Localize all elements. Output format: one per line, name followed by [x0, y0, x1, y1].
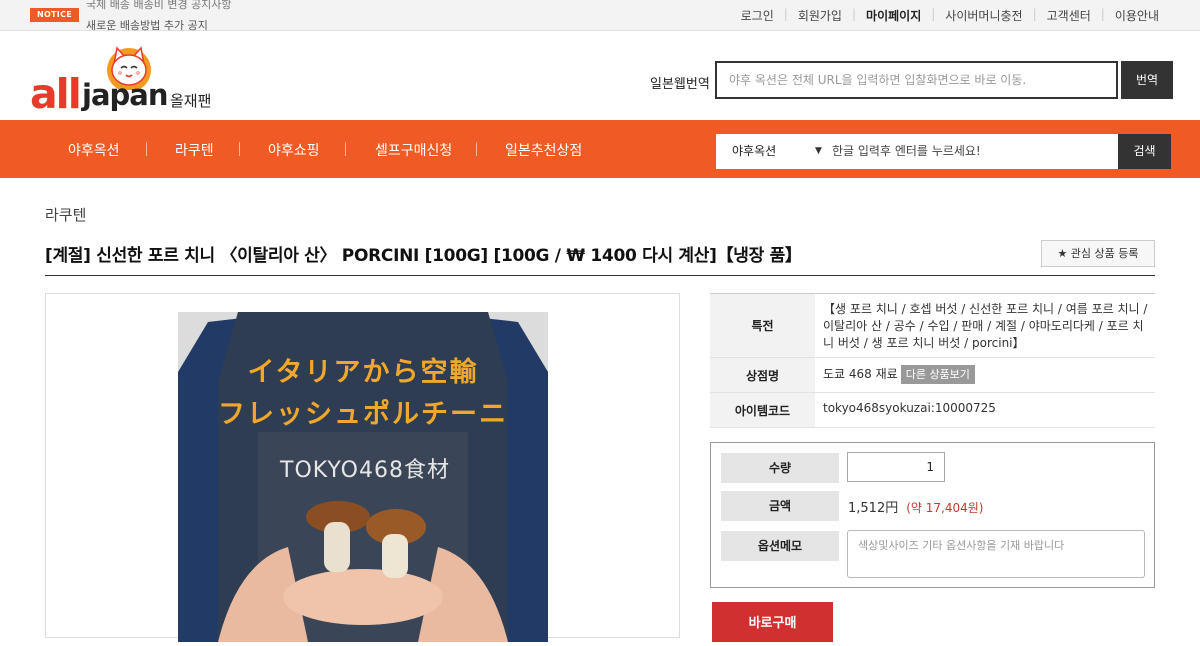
- price-label: 금액: [721, 491, 839, 521]
- chevron-down-icon[interactable]: ▼: [815, 146, 822, 156]
- search-button[interactable]: 검색: [1118, 134, 1171, 169]
- shop-value-cell: 도쿄 468 재료 다른 상품보기: [815, 358, 1155, 392]
- add-wishlist-button[interactable]: ★ 관심 상품 등록: [1041, 240, 1155, 267]
- mypage-link[interactable]: 마이페이지: [866, 7, 921, 24]
- search-category-select[interactable]: 야후옥션: [716, 134, 822, 169]
- product-title: [계절] 신선한 포르 치니 〈이탈리아 산〉 PORCINI [100G] […: [45, 246, 802, 266]
- order-form: 수량 1 금액 1,512円 (약 17,404원) 옵션메모 색상및사이즈 기타…: [710, 442, 1155, 588]
- shop-label: 상점명: [710, 358, 815, 392]
- image-caption-line-2: フレッシュポルチーニ: [218, 399, 508, 430]
- login-link[interactable]: 로그인: [741, 7, 774, 24]
- divider: |: [1100, 7, 1105, 21]
- divider: |: [1032, 7, 1037, 21]
- quantity-label: 수량: [721, 453, 839, 483]
- option-memo-textarea[interactable]: 색상및사이즈 기타 옵션사항을 기재 바랍니다: [847, 530, 1145, 578]
- title-divider: [45, 275, 1155, 276]
- cyber-money-link[interactable]: 사이버머니충전: [945, 7, 1022, 24]
- feature-label: 특전: [710, 294, 815, 357]
- shop-name: 도쿄 468 재료: [823, 367, 898, 381]
- product-search: 야후옥션 ▼ 한글 입력후 엔터를 누르세요!: [716, 134, 1170, 169]
- logo-all-text: all: [30, 70, 82, 118]
- buy-now-button[interactable]: 바로구매: [712, 602, 833, 642]
- search-input[interactable]: 한글 입력후 엔터를 누르세요!: [832, 134, 1117, 169]
- nav-yahoo-auction[interactable]: 야후옥션: [68, 140, 120, 160]
- breadcrumb[interactable]: 라쿠텐: [45, 204, 86, 225]
- signup-link[interactable]: 회원가입: [798, 7, 842, 24]
- site-logo[interactable]: all japan 올재팬: [30, 42, 220, 118]
- logo-japan-text: japan: [82, 78, 168, 112]
- price-display: 1,512円 (약 17,404원): [848, 497, 983, 516]
- nav-self-purchase[interactable]: 셀프구매신청: [375, 140, 452, 160]
- translate-button[interactable]: 번역: [1121, 61, 1173, 99]
- nav-divider: [476, 142, 477, 156]
- quantity-input[interactable]: 1: [847, 452, 945, 482]
- customer-center-link[interactable]: 고객센터: [1047, 7, 1091, 24]
- product-info-table: 특전 【생 포르 치니 / 호셉 버섯 / 신선한 포르 치니 / 여름 포르 …: [710, 293, 1155, 428]
- info-row-feature: 특전 【생 포르 치니 / 호셉 버섯 / 신선한 포르 치니 / 여름 포르 …: [710, 294, 1155, 358]
- translate-label: 일본웹번역: [650, 77, 710, 92]
- top-links: 로그인 | 회원가입 | 마이페이지 | 사이버머니충전 | 고객센터 | 이용안내: [741, 7, 1159, 24]
- item-code-label: 아이템코드: [710, 393, 815, 427]
- info-row-shop: 상점명 도쿄 468 재료 다른 상품보기: [710, 358, 1155, 393]
- image-caption-line-1: イタリアから空輸: [247, 357, 479, 388]
- notice-text-1[interactable]: 국제 배송 배송비 변경 공지사항: [86, 0, 232, 12]
- feature-value: 【생 포르 치니 / 호셉 버섯 / 신선한 포르 치니 / 여름 포르 치니 …: [823, 302, 1148, 350]
- price-yen: 1,512円: [848, 501, 899, 516]
- nav-divider: [239, 142, 240, 156]
- nav-yahoo-shopping[interactable]: 야후쇼핑: [268, 140, 320, 160]
- nav-rakuten[interactable]: 라쿠텐: [175, 140, 214, 160]
- info-row-code: 아이템코드 tokyo468syokuzai:10000725: [710, 393, 1155, 428]
- logo-korean-text: 올재팬: [170, 92, 212, 110]
- divider: |: [851, 7, 857, 21]
- nav-divider: [146, 142, 147, 156]
- divider: |: [931, 7, 936, 21]
- image-brand-text: TOKYO468食材: [280, 458, 450, 483]
- price-krw: (약 17,404원): [906, 501, 984, 515]
- nav-divider: [345, 142, 346, 156]
- translate-url-input[interactable]: 야후 옥션은 전체 URL을 입력하면 입찰화면으로 바로 이동.: [715, 61, 1118, 99]
- guide-link[interactable]: 이용안내: [1115, 7, 1159, 24]
- nav-recommended-shops[interactable]: 일본추천상점: [505, 140, 582, 160]
- product-image: イタリアから空輸 フレッシュポルチーニ TOKYO468食材: [178, 312, 548, 642]
- top-utility-bar: NOTICE 국제 배송 배송비 변경 공지사항 새로운 배송방법 추가 공지 …: [0, 0, 1200, 33]
- notice-badge: NOTICE: [30, 8, 79, 22]
- other-products-button[interactable]: 다른 상품보기: [900, 365, 975, 384]
- item-code-value: tokyo468syokuzai:10000725: [823, 401, 996, 415]
- option-memo-label: 옵션메모: [721, 531, 839, 561]
- divider: |: [783, 7, 788, 21]
- notice-text-2[interactable]: 새로운 배송방법 추가 공지: [86, 17, 208, 33]
